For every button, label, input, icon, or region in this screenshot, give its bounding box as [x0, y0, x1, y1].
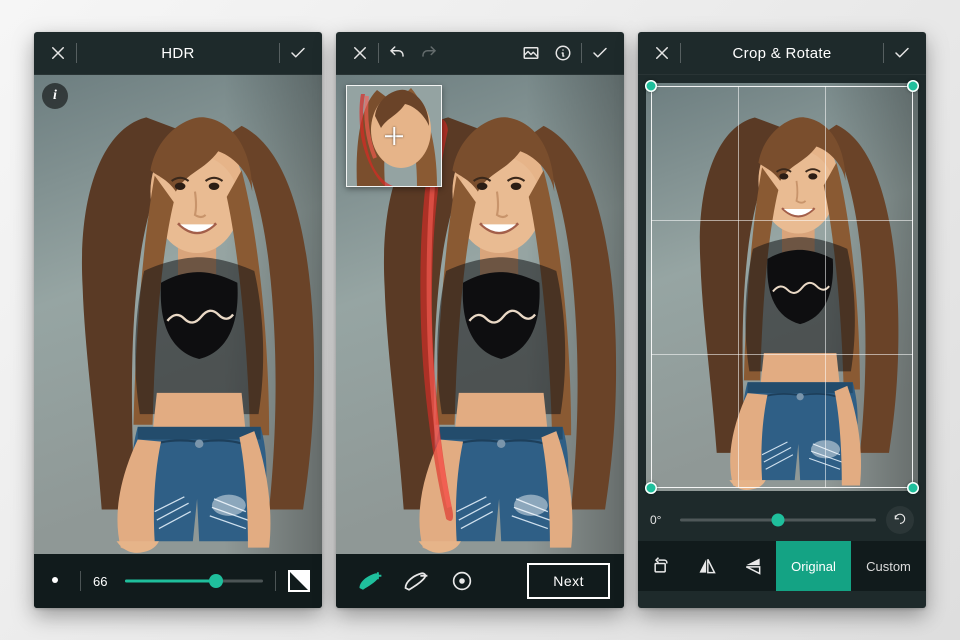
- crop-topbar: Crop & Rotate: [638, 32, 926, 75]
- flip-vertical-button[interactable]: [730, 556, 776, 576]
- divider: [279, 43, 280, 63]
- tab-original[interactable]: Original: [776, 541, 851, 591]
- rotate-angle-row: 0°: [638, 499, 926, 541]
- confirm-icon[interactable]: [886, 37, 918, 69]
- brightness-value: 66: [93, 574, 115, 589]
- crop-handle-tr[interactable]: [907, 80, 919, 92]
- divider: [378, 43, 379, 63]
- divider: [80, 571, 81, 591]
- compare-image-icon[interactable]: [515, 37, 547, 69]
- magnifier-preview[interactable]: [346, 85, 442, 187]
- flip-horizontal-button[interactable]: [684, 556, 730, 576]
- angle-value: 0°: [650, 513, 670, 527]
- divider: [275, 571, 276, 591]
- hdr-topbar: HDR: [34, 32, 322, 75]
- crop-frame[interactable]: [651, 86, 913, 488]
- reset-angle-button[interactable]: [886, 506, 914, 534]
- crop-handle-br[interactable]: [907, 482, 919, 494]
- crop-screen: Crop & Rotate 0°: [638, 32, 926, 608]
- angle-slider[interactable]: [680, 508, 876, 532]
- brightness-icon: [46, 571, 68, 592]
- info-icon[interactable]: i: [42, 83, 68, 109]
- crop-toolbar: Original Custom: [638, 541, 926, 591]
- divider: [883, 43, 884, 63]
- crop-handle-bl[interactable]: [645, 482, 657, 494]
- page-title: Crop & Rotate: [683, 45, 881, 62]
- brush-screen: Next: [336, 32, 624, 608]
- page-title: HDR: [79, 45, 277, 62]
- next-button[interactable]: Next: [527, 563, 610, 599]
- invert-icon[interactable]: [288, 570, 310, 592]
- rotate-90-button[interactable]: [638, 556, 684, 576]
- divider: [581, 43, 582, 63]
- undo-icon[interactable]: [381, 37, 413, 69]
- close-icon[interactable]: [646, 37, 678, 69]
- brush-topbar: [336, 32, 624, 75]
- hdr-bottom-bar: 66: [34, 554, 322, 608]
- divider: [76, 43, 77, 63]
- photo: [34, 75, 322, 554]
- crop-handle-tl[interactable]: [645, 80, 657, 92]
- close-icon[interactable]: [42, 37, 74, 69]
- confirm-icon[interactable]: [584, 37, 616, 69]
- divider: [680, 43, 681, 63]
- brush-bottom-bar: Next: [336, 554, 624, 608]
- brush-size-tool[interactable]: [442, 563, 482, 599]
- info-icon[interactable]: [547, 37, 579, 69]
- tab-custom[interactable]: Custom: [851, 541, 926, 591]
- brush-image-stage[interactable]: [336, 75, 624, 554]
- confirm-icon[interactable]: [282, 37, 314, 69]
- redo-icon[interactable]: [413, 37, 445, 69]
- hdr-image-stage[interactable]: i: [34, 75, 322, 554]
- brush-add-tool[interactable]: [350, 563, 390, 599]
- crop-image-stage[interactable]: [646, 83, 918, 491]
- brush-remove-tool[interactable]: [396, 563, 436, 599]
- brightness-slider[interactable]: [125, 569, 263, 593]
- hdr-screen: HDR i 66: [34, 32, 322, 608]
- close-icon[interactable]: [344, 37, 376, 69]
